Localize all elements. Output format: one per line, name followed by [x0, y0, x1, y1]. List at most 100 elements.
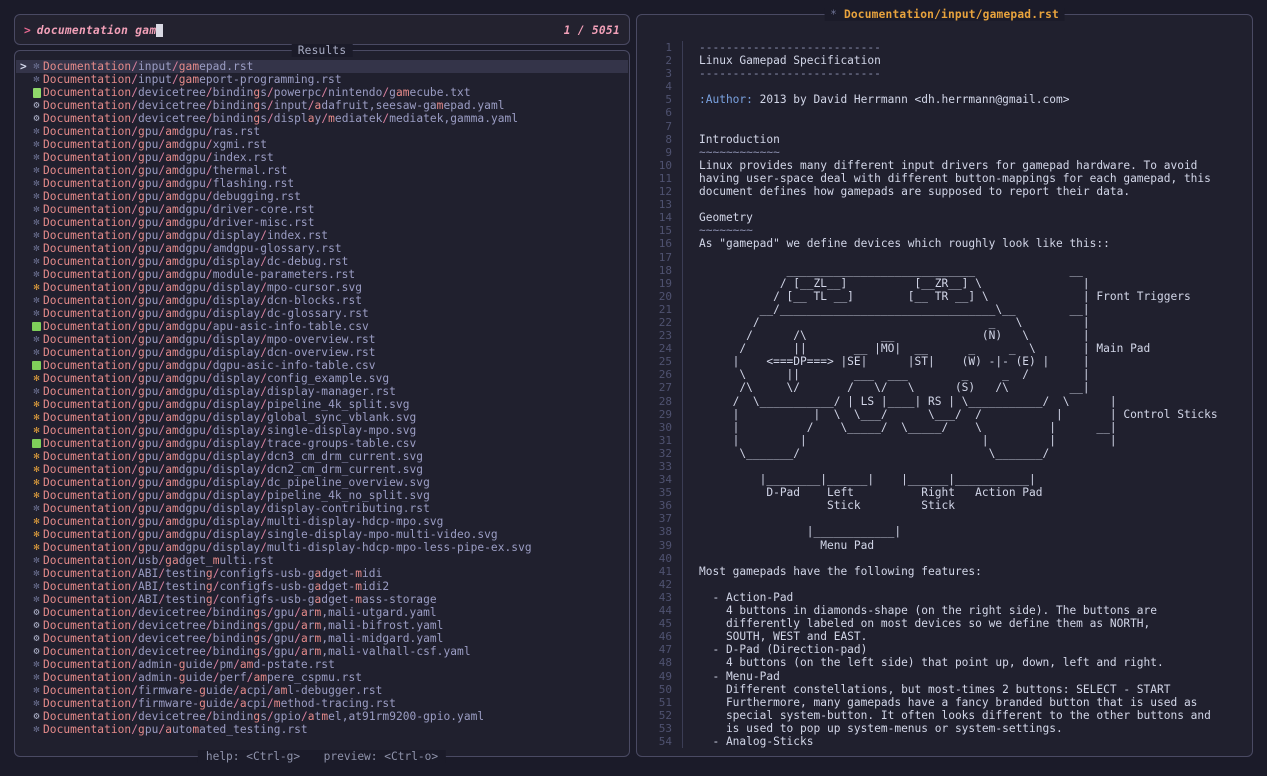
- path-fragment: s: [260, 606, 267, 619]
- result-row[interactable]: ✼Documentation/gpu/amdgpu/display/displa…: [16, 502, 628, 515]
- result-row[interactable]: ✼Documentation/gpu/amdgpu/amdgpu-glossar…: [16, 242, 628, 255]
- path-fragment: Documentation: [43, 580, 131, 593]
- path-fragment: thermal.rst: [213, 164, 288, 177]
- path-fragment: /: [260, 333, 267, 346]
- result-row[interactable]: ⚙Documentation/devicetree/bindings/input…: [16, 99, 628, 112]
- result-row[interactable]: ✼Documentation/gpu/amdgpu/display/dcn-ov…: [16, 346, 628, 359]
- result-row[interactable]: ✼Documentation/gpu/amdgpu/display/dc-deb…: [16, 255, 628, 268]
- result-row[interactable]: ✼Documentation/gpu/automated_testing.rst: [16, 723, 628, 736]
- result-row[interactable]: ✼Documentation/gpu/amdgpu/display/dcn-bl…: [16, 294, 628, 307]
- result-row[interactable]: ✼Documentation/admin-guide/perf/ampere_c…: [16, 671, 628, 684]
- result-row[interactable]: ✼Documentation/usb/gadget_multi.rst: [16, 554, 628, 567]
- search-input[interactable]: documentation gam: [37, 24, 157, 37]
- result-row[interactable]: ✻Documentation/gpu/amdgpu/display/global…: [16, 411, 628, 424]
- gutter-divider: [682, 172, 683, 185]
- rst-underline: ~~~~~~~~: [699, 224, 753, 237]
- line-number: 12: [638, 185, 682, 198]
- result-row[interactable]: ✼Documentation/gpu/amdgpu/driver-core.rs…: [16, 203, 628, 216]
- path-fragment: displ: [274, 112, 308, 125]
- result-row[interactable]: ⚙Documentation/devicetree/bindings/displ…: [16, 112, 628, 125]
- result-path: Documentation/firmware-guide/acpi/aml-de…: [43, 684, 382, 697]
- path-fragment: display: [213, 437, 261, 450]
- result-row[interactable]: ✼Documentation/gpu/amdgpu/flashing.rst: [16, 177, 628, 190]
- result-row[interactable]: ✻Documentation/gpu/amdgpu/display/pipeli…: [16, 398, 628, 411]
- result-row[interactable]: ✻Documentation/gpu/amdgpu/display/dc_pip…: [16, 476, 628, 489]
- gutter-divider: [682, 277, 683, 290]
- path-fragment: Documentation: [43, 645, 131, 658]
- result-row[interactable]: ✼Documentation/gpu/amdgpu/debugging.rst: [16, 190, 628, 203]
- result-row[interactable]: ✼Documentation/firmware-guide/acpi/aml-d…: [16, 684, 628, 697]
- result-row[interactable]: ✼Documentation/firmware-guide/acpi/metho…: [16, 697, 628, 710]
- prompt-row[interactable]: > documentation gam 1 / 5051: [24, 23, 620, 37]
- result-row[interactable]: ✻Documentation/gpu/amdgpu/display/dcn2_c…: [16, 463, 628, 476]
- result-row[interactable]: ⚙Documentation/devicetree/bindings/gpu/a…: [16, 619, 628, 632]
- result-row[interactable]: >✼Documentation/input/gamepad.rst: [16, 60, 628, 73]
- result-row[interactable]: ⚙Documentation/devicetree/bindings/gpu/a…: [16, 606, 628, 619]
- result-row[interactable]: ✼Documentation/gpu/amdgpu/driver-misc.rs…: [16, 216, 628, 229]
- path-fragment: g: [138, 476, 145, 489]
- preview-line: 17: [638, 251, 1251, 264]
- result-row[interactable]: ✼Documentation/input/gameport-programmin…: [16, 73, 628, 86]
- result-row[interactable]: ✼Documentation/ABI/testing/configfs-usb-…: [16, 580, 628, 593]
- result-row[interactable]: Documentation/gpu/amdgpu/dgpu-asic-info-…: [16, 359, 628, 372]
- result-row[interactable]: ⚙Documentation/devicetree/bindings/gpu/a…: [16, 645, 628, 658]
- path-fragment: g: [138, 216, 145, 229]
- result-row[interactable]: ⚙Documentation/devicetree/bindings/gpu/a…: [16, 632, 628, 645]
- path-fragment: g: [138, 190, 145, 203]
- gutter-divider: [682, 578, 683, 591]
- result-row[interactable]: ✻Documentation/gpu/amdgpu/display/config…: [16, 372, 628, 385]
- result-row[interactable]: ✻Documentation/gpu/amdgpu/display/single…: [16, 528, 628, 541]
- result-path: Documentation/gpu/amdgpu/dgpu-asic-info-…: [43, 359, 376, 372]
- result-row[interactable]: ✻Documentation/gpu/amdgpu/display/pipeli…: [16, 489, 628, 502]
- path-fragment: /: [131, 385, 138, 398]
- result-row[interactable]: ✼Documentation/gpu/amdgpu/xgmi.rst: [16, 138, 628, 151]
- path-fragment: /: [131, 60, 138, 73]
- result-row[interactable]: ✼Documentation/gpu/amdgpu/thermal.rst: [16, 164, 628, 177]
- path-fragment: /: [206, 164, 213, 177]
- gutter-divider: [682, 408, 683, 421]
- result-row[interactable]: Documentation/gpu/amdgpu/apu-asic-info-t…: [16, 320, 628, 333]
- preview-hint[interactable]: preview: <Ctrl-o>: [324, 750, 439, 763]
- result-row[interactable]: ✼Documentation/gpu/amdgpu/display/index.…: [16, 229, 628, 242]
- result-row[interactable]: ✼Documentation/gpu/amdgpu/module-paramet…: [16, 268, 628, 281]
- sun-icon: ✻: [30, 411, 43, 424]
- result-row[interactable]: ✻Documentation/gpu/amdgpu/display/dcn3_c…: [16, 450, 628, 463]
- result-row[interactable]: ✼Documentation/gpu/amdgpu/display/mpo-ov…: [16, 333, 628, 346]
- result-row[interactable]: ✼Documentation/ABI/testing/configfs-usb-…: [16, 567, 628, 580]
- path-fragment: g: [138, 203, 145, 216]
- results-list[interactable]: >✼Documentation/input/gamepad.rst✼Docume…: [16, 60, 628, 750]
- asterisk-icon: ✼: [30, 346, 43, 359]
- path-fragment: /: [131, 398, 138, 411]
- result-row[interactable]: ✻Documentation/gpu/amdgpu/display/single…: [16, 424, 628, 437]
- sun-icon: ✻: [30, 528, 43, 541]
- result-row[interactable]: ✻Documentation/gpu/amdgpu/display/multi-…: [16, 515, 628, 528]
- result-row[interactable]: ✻Documentation/gpu/amdgpu/display/mpo-cu…: [16, 281, 628, 294]
- result-path: Documentation/gpu/amdgpu/display/trace-g…: [43, 437, 416, 450]
- result-row[interactable]: Documentation/devicetree/bindings/powerp…: [16, 86, 628, 99]
- result-row[interactable]: ✼Documentation/gpu/amdgpu/index.rst: [16, 151, 628, 164]
- line-number: 34: [638, 473, 682, 486]
- result-row[interactable]: ✼Documentation/gpu/amdgpu/ras.rst: [16, 125, 628, 138]
- path-fragment: bindin: [213, 632, 254, 645]
- path-fragment: am: [253, 671, 267, 684]
- prompt-box[interactable]: > documentation gam 1 / 5051: [14, 14, 630, 45]
- result-row[interactable]: ✼Documentation/gpu/amdgpu/display/dc-glo…: [16, 307, 628, 320]
- result-row[interactable]: ✼Documentation/ABI/testing/configfs-usb-…: [16, 593, 628, 606]
- help-hint[interactable]: help: <Ctrl-g>: [206, 750, 300, 763]
- telescope-window: > documentation gam 1 / 5051 Results >✼D…: [0, 0, 1267, 776]
- path-fragment: mpo-cursor.svg: [267, 281, 362, 294]
- path-fragment: dgpu: [179, 372, 206, 385]
- result-row[interactable]: ⚙Documentation/devicetree/bindings/gpio/…: [16, 710, 628, 723]
- result-row[interactable]: ✼Documentation/gpu/amdgpu/display/displa…: [16, 385, 628, 398]
- path-fragment: am: [165, 398, 179, 411]
- result-path: Documentation/devicetree/bindings/powerp…: [43, 86, 471, 99]
- path-fragment: am: [165, 242, 179, 255]
- path-fragment: r: [308, 606, 315, 619]
- path-fragment: g: [179, 671, 186, 684]
- preview-line: 6: [638, 106, 1251, 119]
- result-row[interactable]: Documentation/gpu/amdgpu/display/trace-g…: [16, 437, 628, 450]
- result-path: Documentation/devicetree/bindings/gpu/ar…: [43, 632, 443, 645]
- result-row[interactable]: ✻Documentation/gpu/amdgpu/display/multi-…: [16, 541, 628, 554]
- result-row[interactable]: ✼Documentation/admin-guide/pm/amd-pstate…: [16, 658, 628, 671]
- preview-content[interactable]: 1---------------------------2Linux Gamep…: [638, 41, 1251, 754]
